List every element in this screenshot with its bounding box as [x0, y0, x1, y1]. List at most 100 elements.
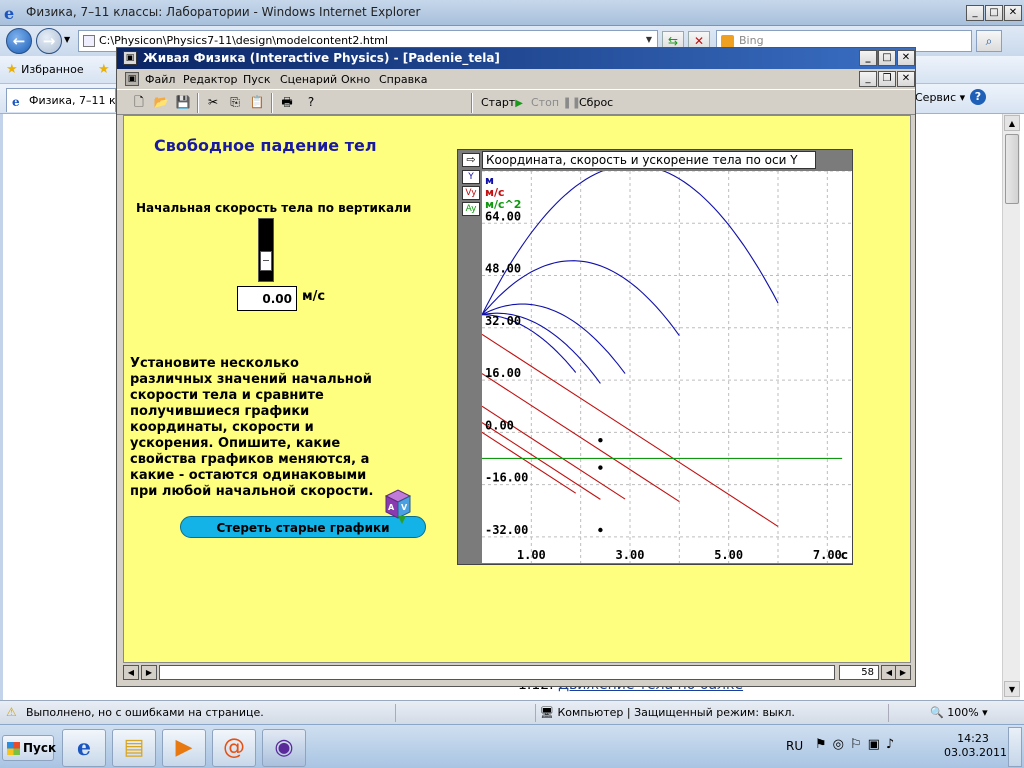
- status-divider: [888, 704, 889, 722]
- add-favorite-icon[interactable]: ★: [98, 62, 110, 77]
- plot-background: [482, 171, 852, 563]
- ip-titlebar: ▣ Живая Физика (Interactive Physics) - […: [117, 48, 915, 69]
- ie-taskbar-icon[interactable]: e: [62, 729, 106, 767]
- ie-minimize-button[interactable]: _: [966, 5, 984, 21]
- service-menu[interactable]: Сервис ▾: [915, 91, 965, 104]
- ip-doc-controls: _ ❐ ✕: [859, 71, 915, 87]
- clock-time: 14:23: [957, 732, 989, 745]
- play-icon: ▶: [515, 98, 523, 109]
- ip-toolbar: 🗋 📂 💾 ✂ ⎘ 📋 🖶 ? Старт▶ Стоп ❚❚ Сброс: [117, 89, 915, 115]
- x-tick-label: 7.00: [813, 548, 842, 562]
- ie-maximize-button[interactable]: □: [985, 5, 1003, 21]
- page-icon: [83, 35, 95, 47]
- toolbar-divider: [471, 93, 473, 113]
- interactive-physics-taskbar-icon[interactable]: ◉: [262, 729, 306, 767]
- ip-app-icon: ▣: [123, 51, 137, 65]
- ie-window-title: Физика, 7–11 классы: Лаборатории - Windo…: [26, 5, 421, 19]
- velocity-slider[interactable]: [258, 218, 274, 282]
- security-zone[interactable]: 🖥 Компьютер | Защищенный режим: выкл.: [540, 706, 795, 719]
- menu-editor[interactable]: Редактор: [183, 73, 238, 86]
- trace-ay-button[interactable]: Ay: [462, 202, 480, 216]
- menu-run[interactable]: Пуск: [243, 73, 270, 86]
- instructions-text: Установите несколько различных значений …: [130, 356, 374, 499]
- back-button[interactable]: ←: [6, 28, 32, 54]
- y-tick-label: -16.00: [485, 471, 528, 485]
- ie-close-button[interactable]: ✕: [1004, 5, 1022, 21]
- page-title: Свободное падение тел: [154, 136, 377, 155]
- ie-tab-icon: e: [12, 95, 20, 109]
- windows-logo-icon: [7, 742, 20, 755]
- doc-restore-button[interactable]: ❐: [878, 71, 896, 87]
- menu-window[interactable]: Окно: [341, 73, 370, 86]
- ip-menubar: ▣ Файл Редактор Пуск Сценарий Окно Справ…: [117, 69, 915, 89]
- svg-text:V: V: [401, 503, 408, 512]
- ip-minimize-button[interactable]: _: [859, 50, 877, 66]
- tab-physics[interactable]: e Физика, 7–11 кла: [6, 88, 116, 112]
- speed-unit: м/с: [302, 289, 326, 304]
- scroll-thumb[interactable]: [1005, 134, 1019, 204]
- page-number[interactable]: 58: [839, 665, 879, 680]
- print-icon[interactable]: 🖶: [279, 94, 295, 110]
- menu-help[interactable]: Справка: [379, 73, 427, 86]
- document-icon[interactable]: ▣: [125, 72, 139, 86]
- scroll-right-arrow[interactable]: ▶: [141, 665, 157, 680]
- history-dropdown-icon[interactable]: ▼: [64, 35, 70, 44]
- start-button-ip[interactable]: Старт▶: [481, 96, 523, 109]
- doc-close-button[interactable]: ✕: [897, 71, 915, 87]
- warning-icon[interactable]: [6, 705, 20, 719]
- search-button[interactable]: ⌕: [976, 30, 1002, 52]
- slider-label: Начальная скорость тела по вертикали: [136, 201, 412, 215]
- svg-text:A: A: [388, 503, 395, 512]
- language-indicator[interactable]: RU: [786, 739, 803, 753]
- show-desktop-button[interactable]: [1008, 727, 1022, 767]
- menu-file[interactable]: Файл: [145, 73, 175, 86]
- media-player-taskbar-icon[interactable]: ▶: [162, 729, 206, 767]
- x-axis-label: с: [841, 548, 848, 562]
- help-question-icon[interactable]: ?: [303, 94, 319, 110]
- clock[interactable]: 14:23 03.03.2011: [944, 732, 1007, 760]
- scroll-left-arrow[interactable]: ◀: [123, 665, 139, 680]
- y-tick-label: 16.00: [485, 366, 521, 380]
- stop-button-ip[interactable]: Стоп ❚❚: [531, 96, 581, 109]
- cube-logo-icon: A V: [384, 489, 412, 524]
- ip-horizontal-scrollbar[interactable]: ◀ ▶ 58 ◀ ▶: [123, 664, 911, 681]
- scroll-up-arrow[interactable]: ▲: [1004, 115, 1020, 131]
- forward-button[interactable]: →: [36, 28, 62, 54]
- open-file-icon[interactable]: 📂: [153, 94, 169, 110]
- menu-scenario[interactable]: Сценарий: [280, 73, 337, 86]
- scroll-down-arrow[interactable]: ▼: [1004, 681, 1020, 697]
- initial-speed-field[interactable]: 0.00: [237, 286, 297, 311]
- ip-close-button[interactable]: ✕: [897, 50, 915, 66]
- ip-maximize-button[interactable]: □: [878, 50, 896, 66]
- start-button[interactable]: Пуск: [2, 735, 56, 761]
- y-tick-label: -32.00: [485, 523, 528, 537]
- velocity-slider-handle[interactable]: [260, 251, 272, 271]
- tab-label: Физика, 7–11 кла: [29, 94, 116, 107]
- save-icon[interactable]: 💾: [175, 94, 191, 110]
- help-icon[interactable]: ?: [970, 89, 986, 105]
- data-point-marker: [598, 437, 603, 443]
- zoom-level[interactable]: 🔍 100% ▾: [930, 706, 988, 719]
- trace-y-button[interactable]: Y: [462, 170, 480, 184]
- paste-icon[interactable]: 📋: [249, 94, 265, 110]
- scroll-track[interactable]: [159, 665, 835, 680]
- ie-vertical-scrollbar[interactable]: ▲ ▼: [1002, 114, 1020, 700]
- copy-icon[interactable]: ⎘: [227, 94, 243, 110]
- graph-menu-arrow-icon[interactable]: ⇨: [462, 153, 480, 167]
- trace-vy-button[interactable]: Vy: [462, 186, 480, 200]
- mail-taskbar-icon[interactable]: @: [212, 729, 256, 767]
- tray-icons[interactable]: ⚑◎⚐▣♪: [815, 737, 900, 752]
- explorer-taskbar-icon[interactable]: ▤: [112, 729, 156, 767]
- y-tick-label: 0.00: [485, 418, 514, 432]
- x-tick-label: 3.00: [616, 548, 645, 562]
- favorites-label: Избранное: [21, 63, 84, 76]
- doc-minimize-button[interactable]: _: [859, 71, 877, 87]
- cut-icon[interactable]: ✂: [205, 94, 221, 110]
- graph-meter[interactable]: ⇨ Координата, скорость и ускорение тела …: [457, 149, 853, 565]
- new-file-icon[interactable]: 🗋: [131, 94, 147, 110]
- reset-button[interactable]: Сброс: [579, 96, 613, 109]
- page-next-arrow[interactable]: ▶: [895, 665, 911, 680]
- simulation-workspace: Свободное падение тел Начальная скорость…: [123, 115, 911, 663]
- ip-window-controls: _ □ ✕: [859, 50, 915, 66]
- favorites-button[interactable]: ★ Избранное: [6, 62, 84, 77]
